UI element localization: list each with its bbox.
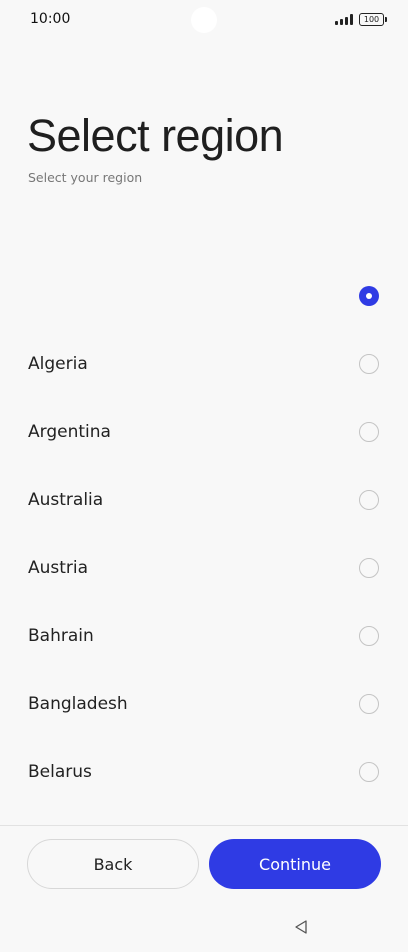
region-label: Argentina <box>28 422 111 442</box>
region-item[interactable]: Bahrain <box>0 602 408 670</box>
triangle-back-icon[interactable] <box>293 919 309 935</box>
radio-button-selected[interactable] <box>359 286 379 306</box>
page-subtitle: Select your region <box>28 170 143 185</box>
region-item[interactable]: Belarus <box>0 738 408 806</box>
signal-bars-icon <box>335 14 353 25</box>
status-icons: 100 <box>335 13 387 26</box>
region-label: Algeria <box>28 354 88 374</box>
region-item[interactable]: Australia <box>0 466 408 534</box>
radio-button[interactable] <box>359 626 379 646</box>
back-button[interactable]: Back <box>27 839 199 889</box>
region-item[interactable]: Austria <box>0 534 408 602</box>
radio-button[interactable] <box>359 762 379 782</box>
status-time: 10:00 <box>30 11 71 27</box>
region-item[interactable]: Algeria <box>0 330 408 398</box>
radio-button[interactable] <box>359 422 379 442</box>
radio-button[interactable] <box>359 558 379 578</box>
region-label: Bahrain <box>28 626 94 646</box>
region-label: Austria <box>28 558 89 578</box>
region-item[interactable]: Argentina <box>0 398 408 466</box>
camera-cutout <box>191 7 217 33</box>
radio-button[interactable] <box>359 490 379 510</box>
region-item[interactable]: Bangladesh <box>0 670 408 738</box>
page-title: Select region <box>27 110 284 161</box>
region-label: Belarus <box>28 762 92 782</box>
continue-button[interactable]: Continue <box>209 839 381 889</box>
region-list: Algeria Argentina Australia Austria Bahr… <box>0 262 408 806</box>
region-item[interactable] <box>0 262 408 330</box>
region-label: Australia <box>28 490 104 510</box>
radio-button[interactable] <box>359 694 379 714</box>
footer-divider <box>0 825 408 826</box>
battery-icon: 100 <box>359 13 387 26</box>
region-label: Bangladesh <box>28 694 128 714</box>
status-bar: 10:00 100 <box>0 0 408 40</box>
radio-button[interactable] <box>359 354 379 374</box>
